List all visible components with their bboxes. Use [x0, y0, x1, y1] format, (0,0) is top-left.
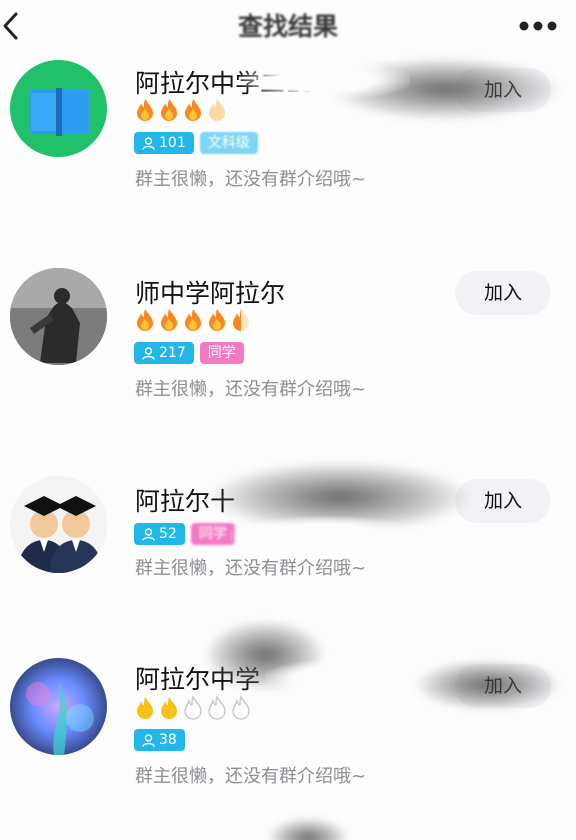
avatar — [10, 268, 107, 365]
book-icon — [29, 88, 89, 136]
blur-smudge — [268, 818, 348, 840]
group-type-badge: 文科级 — [199, 132, 258, 154]
member-count: 38 — [159, 732, 177, 748]
group-card[interactable]: 师中学阿拉尔 217 同学 群主很懒，还没有群介绍哦~ 加入 — [0, 268, 576, 418]
graduates-icon — [10, 476, 107, 573]
group-description: 群主很懒，还没有群介绍哦~ — [135, 169, 367, 190]
group-description: 群主很懒，还没有群介绍哦~ — [135, 766, 367, 787]
group-name: 师中学阿拉尔 — [135, 279, 286, 308]
group-description: 群主很懒，还没有群介绍哦~ — [135, 379, 367, 400]
statue-photo-icon — [10, 268, 107, 365]
group-name: 阿拉尔中学 — [135, 665, 261, 694]
group-card[interactable]: 阿拉尔中学二19 101 文科级 群主很懒，还没有群介绍哦~ 加入 — [0, 58, 576, 208]
flame-icon — [161, 99, 177, 121]
flame-icon — [209, 309, 225, 331]
group-name: 阿拉尔中学二19 — [135, 69, 317, 98]
tag-row: 217 同学 — [134, 342, 244, 364]
flame-icon — [185, 99, 201, 121]
flame-outline-icon — [232, 696, 250, 720]
avatar — [10, 60, 107, 157]
activity-flames — [134, 696, 252, 720]
flame-outline-icon — [184, 696, 202, 720]
flame-outline-icon — [208, 696, 226, 720]
group-card[interactable]: 阿拉尔中学 38 群主很懒，还没有群介绍哦~ 加入 — [0, 620, 576, 804]
avatar — [10, 476, 107, 573]
blur-overlay — [230, 516, 420, 556]
group-type-badge: 同学 — [199, 342, 244, 364]
flame-icon — [161, 309, 177, 331]
join-button[interactable]: 加入 — [455, 664, 551, 708]
more-dots-icon — [519, 21, 557, 31]
flame-icon — [209, 99, 225, 121]
blur-overlay — [265, 660, 405, 696]
avatar — [10, 658, 107, 755]
join-button[interactable]: 加入 — [455, 68, 551, 112]
group-description: 群主很懒，还没有群介绍哦~ — [135, 558, 367, 579]
tag-row: 101 文科级 — [134, 132, 258, 154]
more-button[interactable] — [516, 16, 560, 36]
activity-flames — [134, 98, 228, 122]
blur-smudge — [210, 462, 470, 532]
member-count: 217 — [159, 345, 186, 361]
blur-overlay — [290, 272, 400, 308]
flame-icon — [137, 309, 153, 331]
person-icon — [142, 527, 155, 541]
person-icon — [142, 733, 155, 747]
join-button[interactable]: 加入 — [455, 479, 551, 523]
search-results-page: 查找结果 阿拉尔中学二19 101 文科级 群主很懒，还没有群介绍哦~ 加入 师… — [0, 0, 576, 840]
person-icon — [142, 136, 155, 150]
member-count: 52 — [159, 526, 177, 542]
member-count-badge: 217 — [134, 342, 194, 364]
flame-icon — [185, 309, 201, 331]
group-card[interactable]: 阿拉尔十 52 同学 群主很懒，还没有群介绍哦~ 加入 — [0, 462, 576, 626]
tag-row: 52 同学 — [134, 523, 235, 545]
person-icon — [142, 346, 155, 360]
flame-icon — [137, 697, 153, 719]
member-count-badge: 52 — [134, 523, 185, 545]
group-type-badge: 同学 — [190, 523, 235, 545]
tag-row: 38 — [134, 729, 185, 751]
member-count-badge: 101 — [134, 132, 194, 154]
nebula-photo-icon — [10, 658, 107, 755]
nav-header: 查找结果 — [0, 0, 576, 54]
member-count-badge: 38 — [134, 729, 185, 751]
page-title: 查找结果 — [237, 12, 338, 41]
flame-half-icon — [233, 309, 249, 331]
flame-icon — [137, 99, 153, 121]
activity-flames — [134, 308, 252, 332]
member-count: 101 — [159, 135, 186, 151]
group-name: 阿拉尔十 — [135, 487, 236, 516]
join-button[interactable]: 加入 — [455, 271, 551, 315]
flame-icon — [161, 697, 177, 719]
